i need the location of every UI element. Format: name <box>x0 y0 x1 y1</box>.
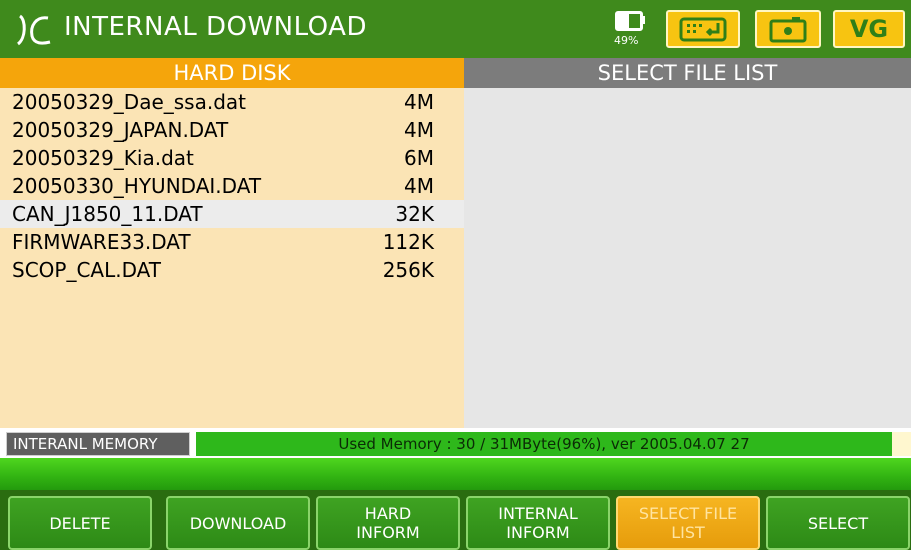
select-file-list-button[interactable]: SELECT FILE LIST <box>616 496 760 550</box>
file-row[interactable]: 20050329_Dae_ssa.dat 4M <box>0 88 464 116</box>
keyboard-button[interactable] <box>666 10 740 48</box>
battery-icon: 49% <box>612 9 652 53</box>
divider-strip <box>0 458 911 490</box>
camera-button[interactable] <box>755 10 821 48</box>
file-name: SCOP_CAL.DAT <box>12 258 162 282</box>
file-size: 4M <box>404 118 434 142</box>
select-file-list[interactable] <box>464 88 911 428</box>
hard-disk-file-list: 20050329_Dae_ssa.dat 4M 20050329_JAPAN.D… <box>0 88 464 428</box>
file-row[interactable]: SCOP_CAL.DAT 256K <box>0 256 464 284</box>
file-size: 4M <box>404 90 434 114</box>
memory-bar-end <box>892 432 911 456</box>
file-size: 4M <box>404 174 434 198</box>
file-size: 32K <box>395 202 434 226</box>
file-size: 6M <box>404 146 434 170</box>
file-name: FIRMWARE33.DAT <box>12 230 191 254</box>
file-name: 20050329_Dae_ssa.dat <box>12 90 247 114</box>
select-file-list-header[interactable]: SELECT FILE LIST <box>464 58 911 88</box>
file-size: 112K <box>382 230 434 254</box>
hard-disk-header[interactable]: HARD DISK <box>0 58 464 88</box>
page-title: INTERNAL DOWNLOAD <box>64 12 367 42</box>
memory-usage-bar: Used Memory : 30 / 31MByte(96%), ver 200… <box>196 432 892 456</box>
file-row[interactable]: 20050329_Kia.dat 6M <box>0 144 464 172</box>
file-size: 256K <box>382 258 434 282</box>
delete-button[interactable]: DELETE <box>8 496 152 550</box>
file-name: 20050330_HYUNDAI.DAT <box>12 174 262 198</box>
file-row[interactable]: FIRMWARE33.DAT 112K <box>0 228 464 256</box>
vg-button[interactable]: VG <box>833 10 905 48</box>
internal-inform-button[interactable]: INTERNAL INFORM <box>466 496 610 550</box>
file-row[interactable]: 20050329_JAPAN.DAT 4M <box>0 116 464 144</box>
battery-percent: 49% <box>614 34 639 47</box>
camera-icon <box>769 17 807 43</box>
file-name: 20050329_Kia.dat <box>12 146 194 170</box>
download-button[interactable]: DOWNLOAD <box>166 496 310 550</box>
file-name: 20050329_JAPAN.DAT <box>12 118 229 142</box>
app-logo-icon <box>16 14 51 46</box>
screen: INTERNAL DOWNLOAD 49% VG HARD DISK SELEC… <box>0 0 911 550</box>
file-row-selected[interactable]: CAN_J1850_11.DAT 32K <box>0 200 464 228</box>
file-name: CAN_J1850_11.DAT <box>12 202 203 226</box>
keyboard-icon <box>679 17 727 42</box>
file-row[interactable]: 20050330_HYUNDAI.DAT 4M <box>0 172 464 200</box>
select-button[interactable]: SELECT <box>766 496 910 550</box>
memory-label: INTERANL MEMORY <box>6 432 190 456</box>
title-bar: INTERNAL DOWNLOAD 49% VG <box>0 0 911 58</box>
hard-inform-button[interactable]: HARD INFORM <box>316 496 460 550</box>
